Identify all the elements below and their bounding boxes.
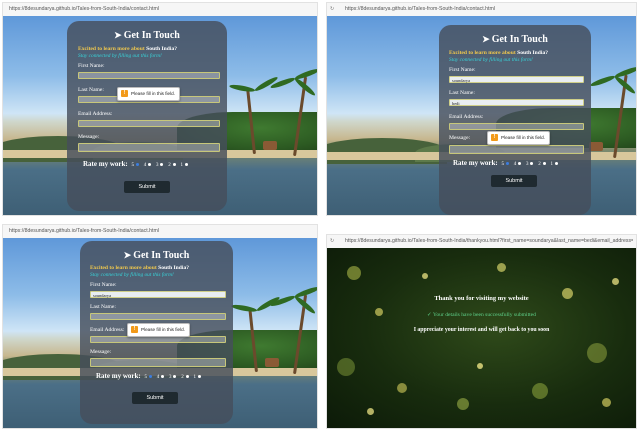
paper-plane-icon: ➤ <box>123 250 132 260</box>
thank-you-title: Thank you for visiting my website <box>434 295 529 302</box>
browser-address-bar[interactable]: https://8desundarya.github.io/Tales-from… <box>3 225 317 239</box>
rating-label: Rate my work: <box>83 160 128 168</box>
rating-radio-2[interactable] <box>542 161 546 165</box>
url-text[interactable]: https://8desundarya.github.io/Tales-from… <box>9 227 309 235</box>
url-text[interactable]: https://8desundarya.github.io/Tales-from… <box>345 237 633 245</box>
first-name-input[interactable]: soundarya <box>90 291 226 298</box>
screenshot-panel-3: https://8desundarya.github.io/Tales-from… <box>2 224 318 429</box>
last-name-label: Last Name: <box>90 304 116 310</box>
last-name-label: Last Name: <box>78 87 104 93</box>
message-label: Message: <box>449 135 471 141</box>
rating-radio-1[interactable] <box>184 162 188 166</box>
submit-button[interactable]: Submit <box>124 181 170 193</box>
paper-plane-icon: ➤ <box>482 34 490 44</box>
rating-radio-2[interactable] <box>172 162 176 166</box>
contact-form-card: ➤ Get In Touch Excited to learn more abou… <box>439 25 591 215</box>
first-name-label: First Name: <box>449 67 476 73</box>
rating-radio-1[interactable] <box>197 374 201 378</box>
submit-button[interactable]: Submit <box>132 392 178 404</box>
browser-address-bar[interactable]: ↻ https://8desundarya.github.io/Tales-fr… <box>327 3 636 17</box>
first-name-input[interactable]: soundarya <box>449 76 584 83</box>
message-label: Message: <box>90 349 112 355</box>
validation-tooltip: ! Please fill in this field. <box>117 87 180 101</box>
url-text[interactable]: https://8desundarya.github.io/Tales-from… <box>345 5 633 13</box>
message-input[interactable] <box>78 143 220 152</box>
last-name-input[interactable] <box>90 313 226 320</box>
screenshot-panel-2: ↻ https://8desundarya.github.io/Tales-fr… <box>326 2 637 216</box>
warning-icon: ! <box>491 134 498 142</box>
last-name-input[interactable]: bedi <box>449 99 584 106</box>
message-label: Message: <box>78 134 100 140</box>
rating-radio-5[interactable] <box>135 162 139 166</box>
email-input[interactable] <box>449 123 584 130</box>
rating-radio-4[interactable] <box>148 162 152 166</box>
form-title: ➤ Get In Touch <box>482 34 548 45</box>
browser-address-bar[interactable]: https://8desundarya.github.io/Tales-from… <box>3 3 317 17</box>
message-input[interactable] <box>90 358 226 367</box>
url-text[interactable]: https://8desundarya.github.io/Tales-from… <box>9 5 309 13</box>
warning-icon: ! <box>131 326 138 334</box>
intro-line: Excited to learn more about South India? <box>90 265 190 271</box>
rating-group: Rate my work: 5 4 3 2 1 <box>96 372 202 380</box>
last-name-label: Last Name: <box>449 90 475 96</box>
intro-line: Excited to learn more about South India? <box>449 50 549 56</box>
form-title: ➤ Get In Touch <box>123 250 190 261</box>
email-input[interactable] <box>78 120 220 127</box>
intro-subtitle: Stay connected by filling out this form! <box>90 272 174 278</box>
rating-radio-5[interactable] <box>148 374 152 378</box>
intro-subtitle: Stay connected by filling out this form! <box>78 53 162 59</box>
rating-label: Rate my work: <box>453 159 498 167</box>
rating-radio-3[interactable] <box>160 162 164 166</box>
rating-radio-4[interactable] <box>518 161 522 165</box>
success-message: ✓ Your details have been successfully su… <box>427 312 536 318</box>
rating-label: Rate my work: <box>96 372 141 380</box>
intro-line: Excited to learn more about South India? <box>78 46 178 52</box>
rating-radio-3[interactable] <box>530 161 534 165</box>
email-label: Email Address: <box>90 327 125 333</box>
bokeh-background <box>327 248 636 428</box>
paper-plane-icon: ➤ <box>114 30 122 40</box>
submit-button[interactable]: Submit <box>491 175 537 187</box>
warning-icon: ! <box>121 90 128 98</box>
check-icon: ✓ <box>427 312 432 318</box>
follow-up-note: I appreciate your interest and will get … <box>413 327 550 333</box>
rating-group: Rate my work: 5 4 3 2 1 <box>83 160 189 168</box>
message-input[interactable] <box>449 145 584 154</box>
intro-subtitle: Stay connected by filling out this form! <box>449 57 533 63</box>
email-input[interactable] <box>90 336 226 343</box>
rating-radio-2[interactable] <box>185 374 189 378</box>
rating-radio-1[interactable] <box>554 161 558 165</box>
contact-form-card: ➤ Get In Touch Excited to learn more abou… <box>67 21 227 211</box>
reload-icon[interactable]: ↻ <box>330 6 334 12</box>
screenshot-panel-4: ↻ https://8desundarya.github.io/Tales-fr… <box>326 234 637 429</box>
validation-tooltip: ! Please fill in this field. <box>487 131 550 145</box>
rating-group: Rate my work: 5 4 3 2 1 <box>453 159 559 167</box>
rating-radio-4[interactable] <box>161 374 165 378</box>
first-name-label: First Name: <box>90 282 117 288</box>
first-name-label: First Name: <box>78 63 105 69</box>
email-label: Email Address: <box>449 114 484 120</box>
first-name-input[interactable] <box>78 72 220 79</box>
email-label: Email Address: <box>78 111 113 117</box>
validation-tooltip: ! Please fill in this field. <box>127 323 190 337</box>
form-title: ➤ Get In Touch <box>114 30 180 41</box>
browser-address-bar[interactable]: ↻ https://8desundarya.github.io/Tales-fr… <box>327 235 636 249</box>
screenshot-panel-1: https://8desundarya.github.io/Tales-from… <box>2 2 318 216</box>
rating-radio-3[interactable] <box>173 374 177 378</box>
reload-icon[interactable]: ↻ <box>330 238 334 244</box>
rating-radio-5[interactable] <box>505 161 509 165</box>
